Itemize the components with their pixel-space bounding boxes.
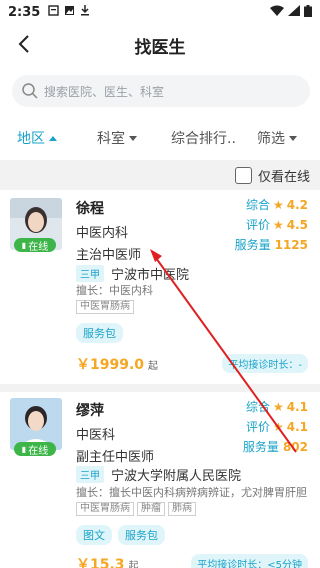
doctor-tags: 中医胃肠病: [76, 300, 134, 314]
back-button[interactable]: [12, 32, 36, 56]
hospital-row: 三甲 宁波大学附属人民医院: [76, 465, 241, 484]
online-only-checkbox[interactable]: [234, 167, 252, 184]
filter-screen-label: 筛选: [257, 131, 285, 147]
filter-ranking-label: 综合排行..: [171, 131, 236, 147]
filter-ranking[interactable]: 综合排行..: [171, 128, 236, 148]
online-badge: ▮ 在线: [14, 238, 56, 253]
hospital-name: 宁波大学附属人民医院: [111, 469, 242, 484]
page-title: 找医生: [134, 37, 186, 58]
avg-consult-time: 平均接诊时长：-: [222, 354, 308, 373]
online-badge: ▮ 在线: [14, 442, 56, 457]
stat-rating: 评价 ★ 4.1: [246, 418, 308, 435]
wifi-icon: [270, 5, 284, 19]
doctor-title: 主治中医师: [76, 248, 142, 263]
avg-consult-time: 平均接诊时长：<5分钟: [191, 554, 308, 568]
search-icon: [22, 83, 38, 99]
image-icon: [64, 5, 75, 20]
status-time: 2:35: [8, 4, 41, 20]
service-package-button[interactable]: 服务包: [118, 525, 165, 545]
stat-overall: 综合 ★ 4.2: [246, 196, 308, 213]
stat-rating: 评价 ★ 4.5: [246, 216, 308, 233]
doctor-department: 中医内科: [76, 226, 129, 241]
text-consult-button[interactable]: 图文: [76, 525, 112, 545]
stat-value: 4.1: [286, 419, 308, 434]
doctor-tag: 肿瘤: [137, 502, 165, 516]
service-row: 服务包: [76, 323, 123, 343]
card-divider: [0, 384, 320, 392]
doctor-card[interactable]: ▮ 在线 缪萍 中医科 副主任中医师 三甲 宁波大学附属人民医院 擅长：擅长中医…: [0, 392, 320, 568]
stat-label: 评价: [245, 420, 270, 434]
doctor-name: 缪萍: [76, 403, 104, 419]
online-only-label: 仅看在线: [257, 170, 310, 185]
stat-value: 1125: [274, 237, 308, 252]
hospital-row: 三甲 宁波市中医院: [76, 264, 189, 283]
stat-value: 4.5: [286, 217, 308, 232]
stat-label: 评价: [245, 218, 270, 232]
caret-up-icon: [49, 135, 57, 141]
price: ￥15.3 起: [76, 554, 139, 568]
stat-label: 服务量: [234, 238, 271, 252]
service-package-button[interactable]: 服务包: [76, 323, 123, 343]
hospital-name: 宁波市中医院: [111, 268, 190, 283]
doctor-specialty: 擅长：擅长中医内科病辨病辨证，尤对脾胃肝胆: [76, 486, 307, 499]
price-unit: 起: [128, 561, 139, 568]
star-icon: ★: [272, 399, 284, 414]
price-value: ￥1999.0: [76, 357, 145, 373]
stat-label: 综合: [245, 198, 270, 212]
stat-label: 综合: [245, 400, 270, 414]
filter-region[interactable]: 地区: [17, 128, 57, 148]
stat-value: 4.1: [286, 399, 308, 414]
service-row: 图文 服务包: [76, 525, 165, 545]
filter-bar: 地区 科室 综合排行.. 筛选: [0, 122, 320, 154]
doctor-tag: 肺病: [168, 502, 196, 516]
doctor-tag: 中医胃肠病: [76, 300, 134, 314]
price: ￥1999.0 起: [76, 354, 158, 374]
star-icon: ★: [272, 217, 284, 232]
signal-icon: [288, 5, 300, 19]
search-placeholder: 搜索医院、医生、科室: [44, 84, 165, 99]
star-icon: ★: [272, 419, 284, 434]
doctor-specialty: 擅长：中医内科: [76, 284, 153, 297]
doctor-card[interactable]: ▮ 在线 徐程 中医内科 主治中医师 三甲 宁波市中医院 擅长：中医内科 中医胃…: [0, 190, 320, 384]
online-signal-icon: ▮: [21, 444, 27, 454]
hospital-grade-badge: 三甲: [76, 265, 104, 282]
stat-label: 服务量: [242, 440, 279, 454]
doctor-title: 副主任中医师: [76, 450, 155, 465]
online-badge-label: 在线: [28, 445, 49, 457]
filter-region-label: 地区: [17, 131, 45, 147]
notification-icon: [48, 4, 60, 20]
stat-service-count: 服务量 802: [243, 438, 308, 455]
battery-icon: [304, 4, 312, 20]
doctor-tag: 中医胃肠病: [76, 502, 134, 516]
status-bar: 2:35: [0, 0, 320, 24]
filter-department[interactable]: 科室: [97, 128, 137, 148]
doctor-department: 中医科: [76, 428, 116, 443]
stat-value: 802: [282, 439, 308, 454]
doctor-tags: 中医胃肠病 肿瘤 肺病: [76, 502, 196, 516]
chevron-left-icon: [18, 35, 29, 53]
filter-screen[interactable]: 筛选: [257, 128, 297, 148]
online-badge-label: 在线: [28, 241, 49, 253]
download-icon: [80, 4, 90, 20]
online-signal-icon: ▮: [21, 240, 27, 250]
online-only-toggle[interactable]: 仅看在线: [234, 166, 310, 185]
stat-value: 4.2: [286, 197, 308, 212]
hospital-grade-badge: 三甲: [76, 466, 104, 483]
doctor-name: 徐程: [76, 201, 104, 217]
caret-down-icon: [129, 135, 137, 141]
search-input[interactable]: 搜索医院、医生、科室: [12, 75, 310, 107]
filter-department-label: 科室: [97, 131, 125, 147]
star-icon: ★: [272, 197, 284, 212]
stat-service-count: 服务量 1125: [235, 236, 308, 253]
price-unit: 起: [148, 361, 159, 372]
header: 找医生: [0, 24, 320, 66]
price-value: ￥15.3: [76, 557, 125, 568]
caret-down-icon: [289, 135, 297, 141]
stat-overall: 综合 ★ 4.1: [246, 398, 308, 415]
